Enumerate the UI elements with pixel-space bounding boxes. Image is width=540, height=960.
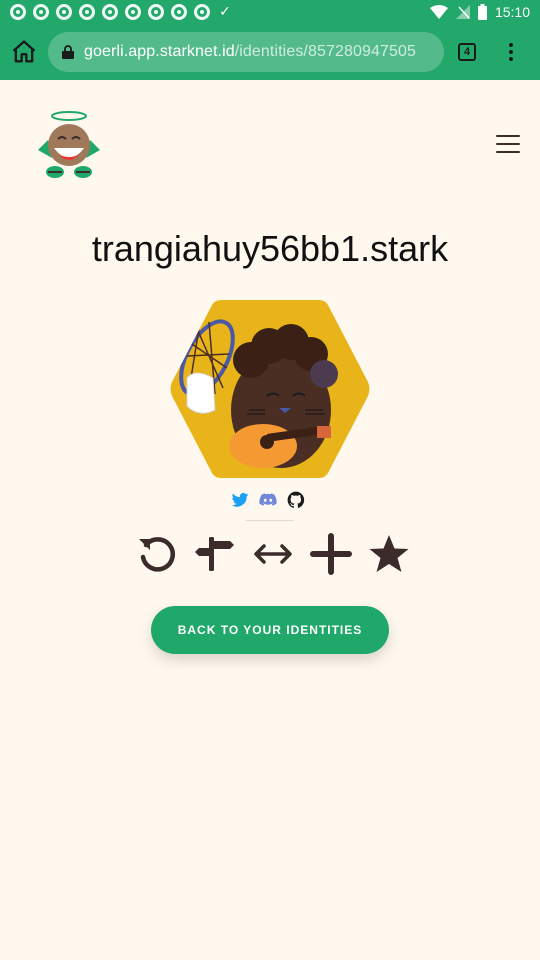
checkmark-icon: ✓ (219, 4, 231, 20)
social-links (230, 490, 306, 510)
chrome-icon (10, 4, 26, 20)
identity-actions (136, 533, 410, 575)
address-bar[interactable]: goerli.app.starknet.id/identities/857280… (48, 32, 444, 72)
url-path: /identities/857280947505 (234, 43, 416, 60)
battery-icon (477, 4, 487, 20)
chrome-icon (171, 4, 187, 20)
chrome-icon (125, 4, 141, 20)
browser-menu-icon[interactable] (503, 40, 519, 64)
star-icon[interactable] (368, 533, 410, 575)
refresh-icon[interactable] (136, 533, 178, 575)
github-icon[interactable] (286, 490, 306, 510)
chrome-icon (56, 4, 72, 20)
chrome-icon (148, 4, 164, 20)
signal-icon (455, 5, 470, 19)
back-to-identities-button[interactable]: BACK TO YOUR IDENTITIES (151, 606, 389, 654)
url-host: goerli.app.starknet.id (84, 43, 235, 60)
divider (246, 520, 294, 521)
home-icon[interactable] (10, 38, 38, 66)
status-bar: ✓ 15:10 (0, 0, 540, 24)
identity-avatar (170, 300, 370, 478)
starknet-id-logo[interactable] (30, 110, 108, 182)
hamburger-menu-icon[interactable] (496, 135, 520, 157)
discord-icon[interactable] (258, 490, 278, 510)
chrome-icon (194, 4, 210, 20)
wifi-icon (429, 5, 448, 19)
identity-name: trangiahuy56bb1.stark (91, 228, 449, 269)
notification-icons: ✓ (10, 4, 233, 20)
browser-toolbar: goerli.app.starknet.id/identities/857280… (0, 24, 540, 80)
chrome-icon (33, 4, 49, 20)
twitter-icon[interactable] (230, 490, 250, 510)
chrome-icon (79, 4, 95, 20)
chrome-icon (102, 4, 118, 20)
clock: 15:10 (494, 4, 530, 20)
url-text: goerli.app.starknet.id/identities/857280… (84, 43, 416, 61)
lock-icon (62, 45, 74, 59)
tab-switcher-button[interactable]: 4 (458, 43, 476, 61)
transfer-icon[interactable] (252, 533, 294, 575)
plus-icon[interactable] (310, 533, 352, 575)
signpost-icon[interactable] (194, 533, 236, 575)
